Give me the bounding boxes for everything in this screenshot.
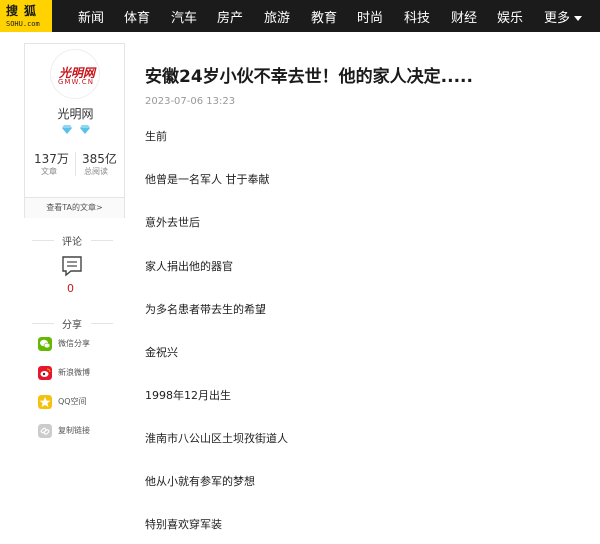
author-name[interactable]: 光明网 <box>25 105 126 122</box>
sohu-logo[interactable]: 搜狐 SOHU.com <box>0 0 52 32</box>
view-author-articles-link[interactable]: 查看TA的文章> <box>25 197 124 218</box>
reads-count: 385亿 <box>82 152 117 166</box>
diamond-icon <box>62 125 72 134</box>
logo-text: 搜狐 <box>6 4 43 18</box>
nav-item-realestate[interactable]: 房产 <box>217 7 243 26</box>
article-paragraph: 意外去世后 <box>145 216 200 229</box>
article-paragraph: 他曾是一名军人 甘于奉献 <box>145 173 270 186</box>
author-badges <box>58 124 94 136</box>
article-paragraph: 1998年12月出生 <box>145 389 231 402</box>
reads-label: 总阅读 <box>84 167 108 176</box>
logo-subtext: SOHU.com <box>6 20 40 28</box>
nav-item-education[interactable]: 教育 <box>311 7 337 26</box>
comment-icon[interactable] <box>61 255 83 277</box>
comment-count[interactable]: 0 <box>67 282 74 295</box>
nav-item-finance[interactable]: 财经 <box>451 7 477 26</box>
chevron-down-icon <box>574 16 583 21</box>
divider <box>32 240 54 241</box>
share-qzone-label: QQ空间 <box>58 397 87 406</box>
top-nav: 搜狐 SOHU.com 新闻 体育 汽车 房产 旅游 教育 时尚 科技 财经 娱… <box>0 0 600 32</box>
article-paragraph: 淮南市八公山区土坝孜街道人 <box>145 432 288 445</box>
comment-title: 评论 <box>62 237 82 248</box>
nav-more-menu[interactable]: 更多 <box>544 7 583 26</box>
share-wechat-label: 微信分享 <box>58 339 90 348</box>
articles-label: 文章 <box>41 167 57 176</box>
article-title: 安徽24岁小伙不幸去世！他的家人决定..... <box>145 67 473 87</box>
divider <box>91 240 113 241</box>
diamond-icon <box>80 125 90 134</box>
nav-item-sports[interactable]: 体育 <box>124 7 150 26</box>
nav-item-entertainment[interactable]: 娱乐 <box>497 7 523 26</box>
stat-divider <box>75 152 76 176</box>
copy-link-label: 复制链接 <box>58 426 90 435</box>
article-paragraph: 家人捐出他的器官 <box>145 260 233 273</box>
avatar[interactable]: 光明网 GMW.CN <box>50 49 100 99</box>
author-card: 光明网 GMW.CN 光明网 137万 文章 385亿 总阅读 查看TA的文章> <box>24 43 125 218</box>
article-paragraph: 特别喜欢穿军装 <box>145 518 222 531</box>
share-title: 分享 <box>62 320 82 331</box>
nav-item-travel[interactable]: 旅游 <box>264 7 290 26</box>
divider <box>91 323 113 324</box>
link-icon <box>38 424 52 438</box>
nav-item-fashion[interactable]: 时尚 <box>357 7 383 26</box>
nav-item-news[interactable]: 新闻 <box>78 7 104 26</box>
article-paragraph: 生前 <box>145 130 167 143</box>
divider <box>32 323 54 324</box>
nav-item-tech[interactable]: 科技 <box>404 7 430 26</box>
avatar-logo-subtext: GMW.CN <box>58 78 94 86</box>
share-weibo-label: 新浪微博 <box>58 368 90 377</box>
wechat-icon <box>38 337 52 351</box>
article-paragraph: 为多名患者带去生的希望 <box>145 303 266 316</box>
qzone-icon <box>38 395 52 409</box>
article-paragraph: 金祝兴 <box>145 346 178 359</box>
weibo-icon <box>38 366 52 380</box>
article-date: 2023-07-06 13:23 <box>145 96 236 107</box>
nav-item-auto[interactable]: 汽车 <box>171 7 197 26</box>
articles-count: 137万 <box>34 152 69 166</box>
nav-more-label: 更多 <box>544 11 571 26</box>
article-paragraph: 他从小就有参军的梦想 <box>145 475 255 488</box>
